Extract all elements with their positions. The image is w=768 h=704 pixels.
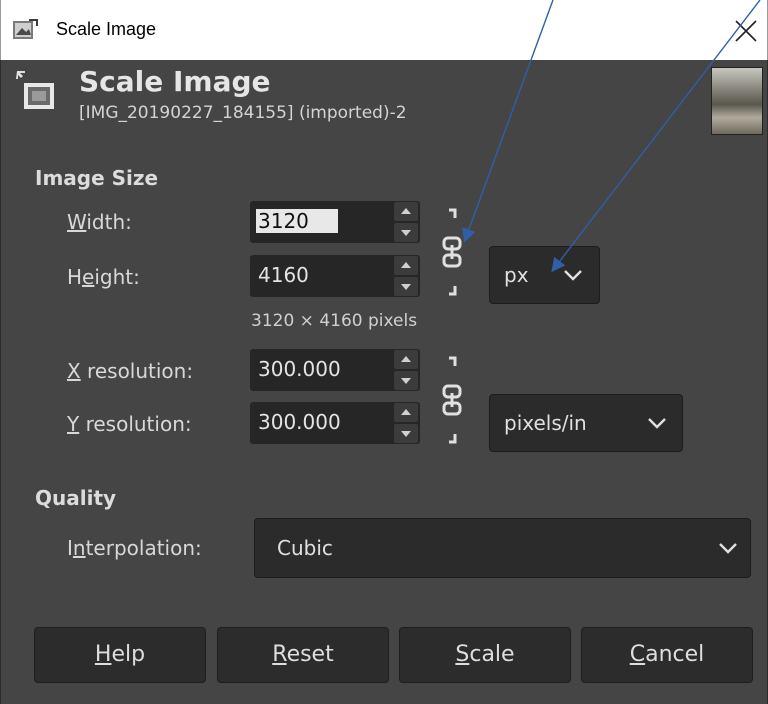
x-resolution-increment-button[interactable] <box>394 350 418 369</box>
y-resolution-spinbox[interactable]: 300.000 <box>250 402 420 444</box>
dialog-title: Scale Image <box>79 65 271 98</box>
pixel-dimensions-info: 3120 × 4160 pixels <box>251 311 418 331</box>
gimp-app-icon <box>13 19 38 39</box>
reset-button[interactable]: Reset <box>217 627 389 683</box>
scale-button[interactable]: Scale <box>399 627 571 683</box>
width-value[interactable]: 3120 <box>256 209 338 233</box>
scale-image-dialog: Scale Image [IMG_20190227_184155] (impor… <box>0 60 768 704</box>
chevron-down-icon <box>648 418 666 429</box>
height-increment-button[interactable] <box>394 256 418 275</box>
interpolation-value: Cubic <box>277 536 333 560</box>
x-resolution-label: X resolution: <box>67 359 194 383</box>
interpolation-label: Interpolation: <box>67 536 202 560</box>
width-spinbox[interactable]: 3120 <box>250 201 420 243</box>
resolution-chain-link-icon[interactable] <box>437 354 471 446</box>
interpolation-dropdown[interactable]: Cubic <box>254 518 751 578</box>
cancel-button[interactable]: Cancel <box>581 627 753 683</box>
y-resolution-label: Y resolution: <box>67 412 192 436</box>
dialog-subtitle: [IMG_20190227_184155] (imported)-2 <box>79 103 407 123</box>
size-unit-value: px <box>504 263 529 287</box>
resolution-unit-value: pixels/in <box>504 411 587 435</box>
chevron-down-icon <box>719 543 737 554</box>
window-titlebar: Scale Image <box>0 0 768 60</box>
height-value[interactable]: 4160 <box>258 263 309 287</box>
x-resolution-spinbox[interactable]: 300.000 <box>250 349 420 391</box>
y-resolution-increment-button[interactable] <box>394 403 418 422</box>
chevron-down-icon <box>564 270 582 281</box>
image-size-heading: Image Size <box>35 166 159 190</box>
quality-heading: Quality <box>35 486 117 510</box>
image-thumbnail <box>711 67 763 135</box>
width-increment-button[interactable] <box>394 202 418 221</box>
height-label: Height: <box>67 265 140 289</box>
x-resolution-value[interactable]: 300.000 <box>258 357 341 381</box>
size-unit-dropdown[interactable]: px <box>489 246 600 304</box>
chain-link-icon[interactable] <box>437 206 471 298</box>
height-decrement-button[interactable] <box>394 277 418 296</box>
width-decrement-button[interactable] <box>394 223 418 242</box>
x-resolution-decrement-button[interactable] <box>394 371 418 390</box>
close-icon[interactable] <box>729 14 763 48</box>
scale-image-icon <box>16 71 54 109</box>
height-spinbox[interactable]: 4160 <box>250 255 420 297</box>
help-button[interactable]: Help <box>34 627 206 683</box>
width-label: Width: <box>67 210 132 234</box>
resolution-unit-dropdown[interactable]: pixels/in <box>489 394 683 452</box>
y-resolution-value[interactable]: 300.000 <box>258 410 341 434</box>
window-title: Scale Image <box>56 19 157 39</box>
y-resolution-decrement-button[interactable] <box>394 424 418 443</box>
